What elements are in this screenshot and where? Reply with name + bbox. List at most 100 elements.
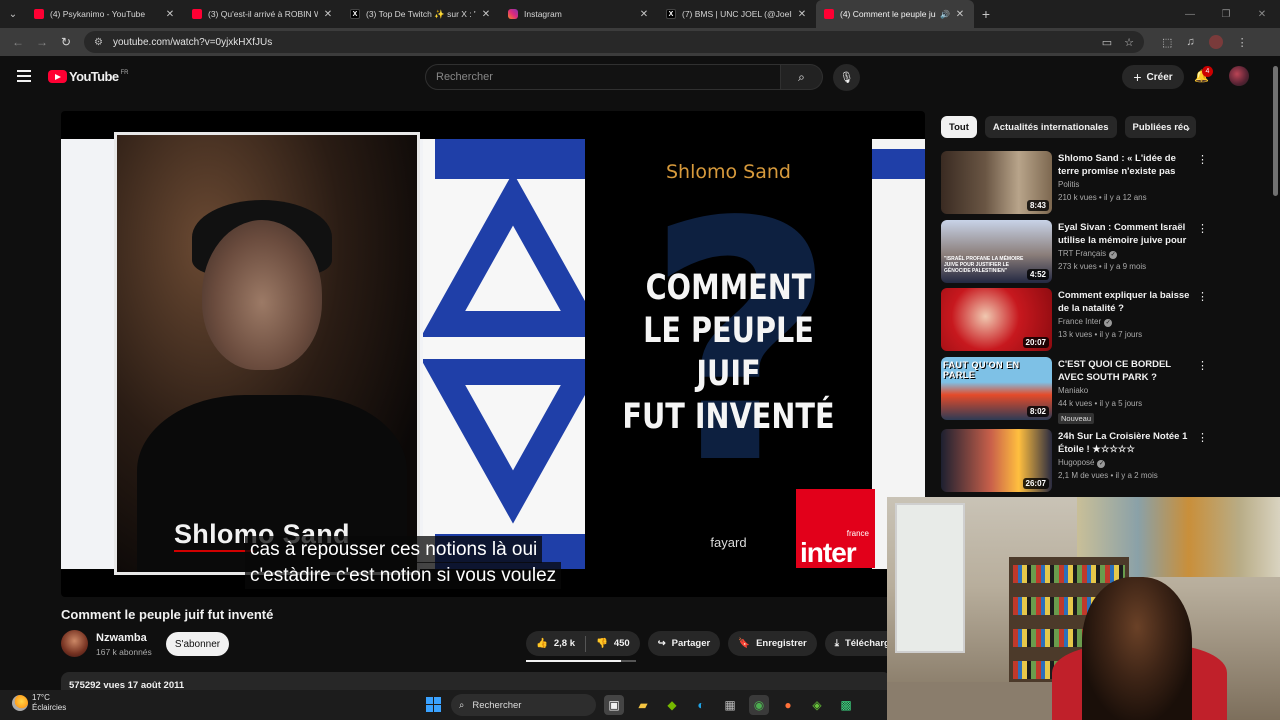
more-options-icon[interactable]: ⋮ xyxy=(1197,222,1208,235)
recommended-video[interactable]: 8:43 Shlomo Sand : « L'idée de terre prom… xyxy=(941,151,1211,215)
speaker-icon[interactable]: 🔊 xyxy=(940,10,950,19)
weather-widget[interactable]: 17°C Éclaircies xyxy=(12,693,66,712)
more-options-icon[interactable]: ⋮ xyxy=(1197,290,1208,303)
youtube-logo[interactable]: YouTube FR xyxy=(48,69,128,84)
video-thumbnail[interactable]: 20:07 xyxy=(941,288,1052,351)
extensions-icon[interactable]: ⬚ xyxy=(1162,36,1172,49)
minimize-icon[interactable]: — xyxy=(1172,0,1208,28)
screen: ⌄ (4) Psykanimo - YouTube ✕ (3) Qu'est-il … xyxy=(0,0,1280,720)
close-tab-icon[interactable]: ✕ xyxy=(638,9,650,20)
search-icon: ⌕ xyxy=(459,699,465,711)
share-button[interactable]: ↪ Partager xyxy=(647,631,721,656)
bookmark-star-icon[interactable]: ☆ xyxy=(1124,36,1134,49)
account-avatar[interactable] xyxy=(1229,66,1249,86)
firefox-icon[interactable]: ● xyxy=(778,695,798,715)
create-button[interactable]: + Créer xyxy=(1122,65,1184,89)
caption-line: cas à repousser ces notions là oui xyxy=(245,536,543,563)
hamburger-menu-icon[interactable] xyxy=(17,70,31,82)
dislike-count: 450 xyxy=(613,638,630,649)
video-thumbnail[interactable]: 26:07 xyxy=(941,429,1052,492)
channel-name[interactable]: Nzwamba xyxy=(96,632,147,644)
close-tab-icon[interactable]: ✕ xyxy=(480,9,492,20)
media-controls-icon[interactable]: ♫ xyxy=(1186,36,1194,48)
verified-check-icon: ✓ xyxy=(1104,319,1113,327)
channel-name[interactable]: France Inter ✓ xyxy=(1058,317,1113,327)
close-tab-icon[interactable]: ✕ xyxy=(164,9,176,20)
chrome-icon[interactable]: ◉ xyxy=(749,695,769,715)
forward-arrow-icon[interactable]: → xyxy=(30,35,54,49)
browser-tab[interactable]: (4) Psykanimo - YouTube ✕ xyxy=(26,0,184,28)
channel-name[interactable]: TRT Français ✓ xyxy=(1058,249,1118,259)
close-tab-icon[interactable]: ✕ xyxy=(796,9,808,20)
android-icon[interactable]: ▩ xyxy=(836,695,856,715)
video-title[interactable]: Eyal Sivan : Comment Israël utilise la m… xyxy=(1058,221,1198,248)
address-bar[interactable]: ⚙ youtube.com/watch?v=0yjxkHXfJUs ▭ ☆ xyxy=(84,31,1144,53)
plus-icon: + xyxy=(1133,69,1142,85)
browser-tab[interactable]: (3) Qu'est-il arrivé à ROBIN WI… ✕ xyxy=(184,0,342,28)
video-title[interactable]: C'EST QUOI CE BORDEL AVEC SOUTH PARK ? xyxy=(1058,358,1198,384)
tab-search-chevron-icon[interactable]: ⌄ xyxy=(0,0,26,28)
channel-name[interactable]: Politis xyxy=(1058,180,1079,189)
video-thumbnail[interactable]: FAUT QU'ON EN PARLE 8:02 xyxy=(941,357,1052,420)
logo-big-text: inter xyxy=(800,537,857,568)
video-title[interactable]: 24h Sur La Croisière Notée 1 Étoile ! ★☆… xyxy=(1058,430,1198,456)
recommended-video[interactable]: FAUT QU'ON EN PARLE 8:02 C'EST QUOI CE BOR… xyxy=(941,357,1211,424)
file-explorer-icon[interactable]: ▰ xyxy=(633,695,653,715)
browser-tab[interactable]: Instagram ✕ xyxy=(500,0,658,28)
dislike-button[interactable]: 👎 450 xyxy=(586,631,640,656)
channel-label: Hugoposé xyxy=(1058,458,1095,467)
search-button[interactable]: ⌕ xyxy=(781,64,823,90)
store-icon[interactable]: ▦ xyxy=(720,695,740,715)
like-dislike-group: 👍 2,8 k 👎 450 xyxy=(526,631,640,656)
chevron-right-icon[interactable]: › xyxy=(1186,121,1190,135)
video-thumbnail[interactable]: 8:43 xyxy=(941,151,1052,214)
task-view-icon[interactable]: ▣ xyxy=(604,695,624,715)
maximize-icon[interactable]: ❐ xyxy=(1208,0,1244,28)
scrollbar-thumb[interactable] xyxy=(1273,66,1278,196)
cast-icon[interactable]: ▭ xyxy=(1102,36,1112,49)
recommended-video[interactable]: 26:07 24h Sur La Croisière Notée 1 Étoile… xyxy=(941,429,1211,493)
close-tab-icon[interactable]: ✕ xyxy=(954,9,966,20)
more-options-icon[interactable]: ⋮ xyxy=(1197,359,1208,372)
edge-icon[interactable]: ◐ xyxy=(691,695,711,715)
thumbnail-text: "ISRAËL PROFANE LA MÉMOIRE JUIVE POUR JU… xyxy=(944,256,1024,274)
site-settings-icon[interactable]: ⚙ xyxy=(94,37,103,48)
browser-tab[interactable]: X (3) Top De Twitch ✨ sur X : "A… ✕ xyxy=(342,0,500,28)
windows-start-icon[interactable] xyxy=(426,697,441,712)
taskbar-search[interactable]: ⌕ Rechercher xyxy=(451,694,596,716)
browser-tab[interactable]: (4) Comment le peuple juif… 🔊 ✕ xyxy=(816,0,974,28)
video-title[interactable]: Shlomo Sand : « L'idée de terre promise … xyxy=(1058,152,1198,179)
tab-title: (3) Top De Twitch ✨ sur X : "A… xyxy=(366,8,476,19)
share-label: Partager xyxy=(671,638,711,649)
video-thumbnail[interactable]: "ISRAËL PROFANE LA MÉMOIRE JUIVE POUR JU… xyxy=(941,220,1052,283)
more-options-icon[interactable]: ⋮ xyxy=(1197,431,1208,444)
new-tab-button[interactable]: + xyxy=(974,6,998,22)
back-arrow-icon[interactable]: ← xyxy=(6,35,30,49)
save-button[interactable]: 🔖 Enregistrer xyxy=(728,631,817,656)
browser-tab[interactable]: X (7) BMS | UNC JOEL (@JoelPos… ✕ xyxy=(658,0,816,28)
channel-name[interactable]: Hugoposé ✓ xyxy=(1058,458,1106,468)
subscribe-button[interactable]: S'abonner xyxy=(166,632,229,656)
chip-international-news[interactable]: Actualités internationales xyxy=(984,116,1117,138)
nvidia-icon[interactable]: ◆ xyxy=(662,695,682,715)
profile-avatar[interactable] xyxy=(1208,35,1223,49)
reload-icon[interactable]: ↻ xyxy=(54,35,78,49)
browser-menu-icon[interactable]: ⋮ xyxy=(1237,36,1248,49)
youtube-play-icon xyxy=(48,70,67,83)
chip-all[interactable]: Tout xyxy=(941,116,977,138)
channel-name[interactable]: Maniako xyxy=(1058,386,1088,395)
like-button[interactable]: 👍 2,8 k xyxy=(526,631,585,656)
voice-search-button[interactable]: 🎙 xyxy=(833,64,860,91)
video-player[interactable]: ? Shlomo Sand COMMENT LE PEUPLE JUIF FUT… xyxy=(61,111,925,597)
recommended-video[interactable]: 20:07 Comment expliquer la baisse de la n… xyxy=(941,288,1211,352)
app-icon[interactable]: ◈ xyxy=(807,695,827,715)
youtube-icon xyxy=(192,9,202,19)
close-tab-icon[interactable]: ✕ xyxy=(322,9,334,20)
search-input[interactable]: Rechercher xyxy=(425,64,781,90)
channel-avatar[interactable] xyxy=(61,630,88,657)
recommended-video[interactable]: "ISRAËL PROFANE LA MÉMOIRE JUIVE POUR JU… xyxy=(941,220,1211,284)
country-code: FR xyxy=(120,69,129,76)
close-window-icon[interactable]: ✕ xyxy=(1244,0,1280,28)
video-title[interactable]: Comment expliquer la baisse de la natali… xyxy=(1058,289,1198,315)
more-options-icon[interactable]: ⋮ xyxy=(1197,153,1208,166)
